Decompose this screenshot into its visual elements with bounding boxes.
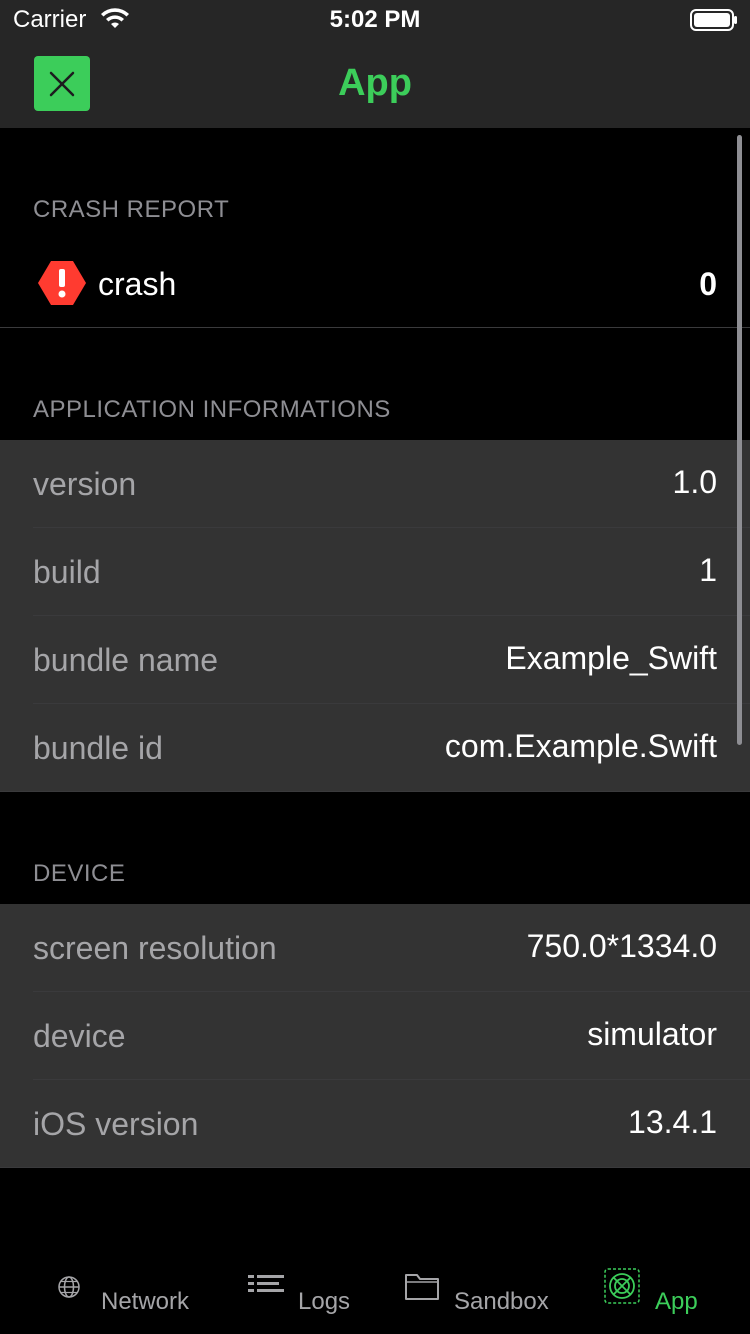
page-title: App (338, 62, 412, 104)
row-label: screen resolution (33, 930, 277, 966)
status-time: 5:02 PM (329, 6, 421, 33)
divider (0, 327, 750, 328)
info-row-screen-resolution[interactable]: screen resolution 750.0*1334.0 (0, 904, 750, 992)
info-row-device[interactable]: device simulator (0, 992, 750, 1080)
scroll-indicator[interactable] (737, 135, 742, 745)
tab-label: App (655, 1288, 698, 1315)
row-label: version (33, 466, 137, 502)
globe-icon (58, 1276, 80, 1298)
list-icon (248, 1275, 284, 1292)
navigation-bar: App (0, 40, 750, 128)
tab-network[interactable]: Network (40, 1235, 210, 1334)
warning-octagon-icon (38, 261, 86, 305)
crash-label: crash (98, 266, 177, 302)
crash-row[interactable]: crash 0 (0, 240, 750, 328)
info-row-bundle-id[interactable]: bundle id com.Example.Swift (0, 704, 750, 792)
row-label: build (33, 554, 101, 590)
folder-icon (405, 1274, 439, 1300)
divider (0, 791, 750, 792)
info-row-bundle-name[interactable]: bundle name Example_Swift (0, 616, 750, 704)
tab-sandbox[interactable]: Sandbox (395, 1235, 565, 1334)
section-header-crash-report: CRASH REPORT (33, 196, 230, 223)
divider (0, 1167, 750, 1168)
row-value: 1 (699, 552, 717, 588)
row-value: simulator (587, 1016, 717, 1052)
app-icon (604, 1268, 640, 1304)
status-bar: Carrier 5:02 PM (0, 0, 750, 40)
section-header-application-informations: APPLICATION INFORMATIONS (33, 396, 391, 423)
row-label: device (33, 1018, 126, 1054)
section-header-device: DEVICE (33, 860, 126, 887)
row-label: iOS version (33, 1106, 199, 1142)
tab-label: Network (101, 1288, 190, 1315)
app-info-screen: Carrier 5:02 PM App CRASH REPORT crash 0… (0, 0, 750, 1334)
row-value: 1.0 (672, 464, 717, 500)
info-row-build[interactable]: build 1 (0, 528, 750, 616)
row-value: 13.4.1 (628, 1104, 717, 1140)
tab-logs[interactable]: Logs (240, 1235, 370, 1334)
tab-app[interactable]: App (598, 1235, 738, 1334)
row-value: com.Example.Swift (444, 728, 717, 764)
row-value: 750.0*1334.0 (526, 928, 717, 964)
tab-label: Logs (298, 1288, 351, 1315)
tab-bar: Network Logs Sandbox App (0, 1235, 750, 1334)
row-label: bundle name (33, 642, 219, 678)
info-row-ios-version[interactable]: iOS version 13.4.1 (0, 1080, 750, 1168)
row-value: Example_Swift (505, 640, 717, 676)
info-row-version[interactable]: version 1.0 (0, 440, 750, 528)
crash-count: 0 (699, 266, 717, 302)
battery-icon (690, 9, 737, 31)
tab-label: Sandbox (454, 1288, 549, 1315)
row-label: bundle id (33, 730, 163, 766)
